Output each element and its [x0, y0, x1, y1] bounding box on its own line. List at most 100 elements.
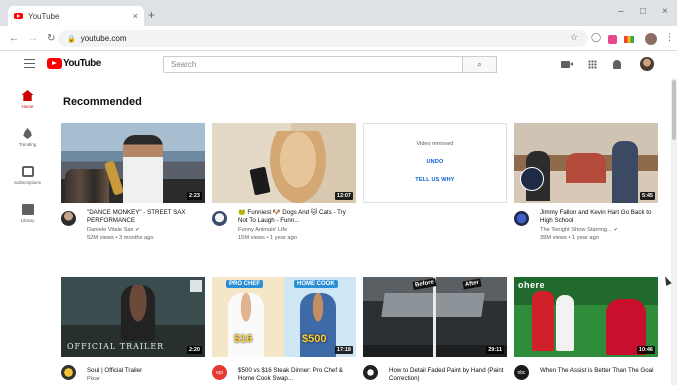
video-thumbnail[interactable]: ohere 10:46 [514, 277, 658, 357]
video-card[interactable]: 5:45 Jimmy Fallon and Kevin Hart Go Back… [514, 123, 658, 258]
video-title[interactable]: How to Detail Faded Paint by Hand (Paint… [389, 367, 507, 383]
video-card[interactable]: ohere 10:46 nbc When The Assist is Bette… [514, 277, 658, 385]
apps-grid-icon[interactable] [588, 60, 597, 69]
channel-avatar[interactable]: epi [212, 365, 227, 380]
video-card[interactable]: PRO CHEF HOME COOK $16 $500 17:18 epi $5… [212, 277, 356, 385]
thumbnail-crowd [65, 169, 109, 203]
bookmark-star-icon[interactable]: ☆ [570, 32, 578, 43]
search-button[interactable]: ⌕ [463, 56, 497, 73]
video-meta: 39M views • 1 year ago [540, 235, 599, 241]
thumbnail-dog [270, 131, 326, 203]
close-window-button[interactable]: × [662, 6, 668, 17]
notifications-bell-icon[interactable] [613, 60, 621, 69]
guide-item-subscriptions[interactable]: Subscriptions [0, 166, 55, 185]
youtube-masthead: YouTube Search ⌕ [0, 51, 677, 78]
removed-message: Video removed [416, 141, 454, 147]
video-thumbnail[interactable]: PRO CHEF HOME COOK $16 $500 17:18 [212, 277, 356, 357]
youtube-play-icon [47, 58, 62, 69]
thumbnail-person [566, 153, 606, 183]
maximize-button[interactable]: □ [640, 6, 646, 17]
video-thumbnail[interactable]: OFFICIAL TRAILER 2:20 [61, 277, 205, 357]
video-card[interactable]: 2:23 "DANCE MONKEY" - STREET SAX PERFORM… [61, 123, 205, 258]
thumbnail-cook [300, 293, 336, 357]
new-tab-button[interactable]: + [148, 8, 155, 22]
guide-item-home[interactable]: Home [0, 90, 55, 109]
home-icon [21, 90, 34, 101]
channel-avatar[interactable]: nbc [514, 365, 529, 380]
browser-profile-avatar[interactable] [645, 33, 657, 45]
undo-button[interactable]: UNDO [427, 159, 444, 165]
video-card[interactable]: 12:07 🐸 Funniest 🐶 Dogs And 🐱 Cats - Try… [212, 123, 356, 258]
thumbnail-label-home-cook: HOME COOK [294, 280, 338, 288]
video-duration: 10:46 [636, 346, 655, 354]
video-thumbnail[interactable]: Before After 29:11 [363, 277, 507, 357]
logo-text: YouTube [63, 58, 101, 69]
hamburger-menu-icon[interactable] [24, 59, 35, 68]
video-duration: 29:11 [486, 346, 504, 354]
thumbnail-badge [190, 280, 202, 292]
create-video-icon[interactable] [561, 61, 573, 68]
thumbnail-price-left: $16 [234, 333, 253, 345]
page-scrollbar[interactable] [671, 78, 677, 385]
guide-label-library: Library [20, 218, 35, 223]
address-bar[interactable]: 🔒 youtube.com [58, 30, 588, 47]
channel-name[interactable]: Funny Animals' Life [238, 227, 356, 233]
video-card[interactable]: Before After 29:11 How to Detail Faded P… [363, 277, 507, 385]
tab-title: YouTube [28, 11, 60, 21]
channel-name-text: The Tonight Show Starring... [540, 227, 612, 233]
browser-tab[interactable]: YouTube × [8, 6, 144, 26]
video-title[interactable]: $500 vs $16 Steak Dinner: Pro Chef & Hom… [238, 367, 356, 383]
channel-avatar[interactable] [61, 211, 76, 226]
channel-avatar[interactable] [61, 365, 76, 380]
lock-icon: 🔒 [67, 35, 76, 43]
mini-guide: Home Trending Subscriptions Library [0, 78, 55, 385]
youtube-favicon-icon [14, 13, 23, 19]
extension-shield-icon[interactable] [608, 35, 617, 44]
search-input[interactable]: Search [163, 56, 463, 73]
minimize-button[interactable]: – [618, 6, 624, 17]
channel-avatar[interactable] [363, 365, 378, 380]
section-title: Recommended [63, 96, 142, 108]
video-card[interactable]: OFFICIAL TRAILER 2:20 Soul | Official Tr… [61, 277, 205, 385]
channel-avatar[interactable] [514, 211, 529, 226]
youtube-logo[interactable]: YouTube [47, 58, 101, 69]
guide-label-subscriptions: Subscriptions [13, 180, 41, 185]
tell-us-why-button[interactable]: TELL US WHY [415, 177, 454, 183]
extension-circle-icon[interactable]: ◯ [591, 32, 601, 43]
forward-arrow-icon[interactable]: → [28, 33, 38, 44]
scrollbar-thumb[interactable] [672, 80, 676, 140]
guide-item-library[interactable]: Library [0, 204, 55, 223]
thumbnail-price-right: $500 [302, 333, 327, 345]
search-icon: ⌕ [477, 59, 482, 69]
video-title[interactable]: "DANCE MONKEY" - STREET SAX PERFORMANCE [87, 209, 205, 225]
video-thumbnail[interactable]: 12:07 [212, 123, 356, 203]
reload-icon[interactable]: ↻ [47, 33, 55, 44]
back-arrow-icon[interactable]: ← [9, 33, 19, 44]
library-icon [21, 204, 34, 215]
account-avatar[interactable] [640, 57, 654, 71]
video-thumbnail[interactable]: 5:45 [514, 123, 658, 203]
channel-name[interactable]: Pixar [87, 376, 205, 382]
url-text: youtube.com [80, 34, 127, 43]
channel-avatar[interactable] [212, 211, 227, 226]
channel-name-text: Daniele Vitale Sax [87, 227, 134, 233]
thumbnail-performer [123, 135, 163, 203]
guide-item-trending[interactable]: Trending [0, 128, 55, 147]
video-duration: 2:23 [186, 192, 202, 200]
video-thumbnail[interactable]: 2:23 [61, 123, 205, 203]
removed-video-card: Video removed UNDO TELL US WHY [363, 123, 507, 258]
video-title[interactable]: When The Assist is Better Than The Goal [540, 367, 658, 375]
video-duration: 5:45 [639, 192, 655, 200]
video-title[interactable]: 🐸 Funniest 🐶 Dogs And 🐱 Cats - Try Not T… [238, 209, 356, 225]
video-title[interactable]: Jimmy Fallon and Kevin Hart Go Back to H… [540, 209, 658, 225]
thumbnail-player [556, 295, 574, 351]
thumbnail-player [532, 291, 554, 351]
channel-name[interactable]: Daniele Vitale Sax ✔ [87, 227, 205, 233]
thumbnail-divider [433, 277, 436, 357]
tonight-show-logo [520, 167, 544, 191]
extension-bars-icon[interactable] [624, 36, 634, 43]
channel-name[interactable]: The Tonight Show Starring... ✔ [540, 227, 658, 233]
video-title[interactable]: Soul | Official Trailer [87, 367, 205, 374]
tab-close-icon[interactable]: × [133, 11, 138, 21]
browser-menu-icon[interactable]: ⋮ [665, 32, 674, 43]
